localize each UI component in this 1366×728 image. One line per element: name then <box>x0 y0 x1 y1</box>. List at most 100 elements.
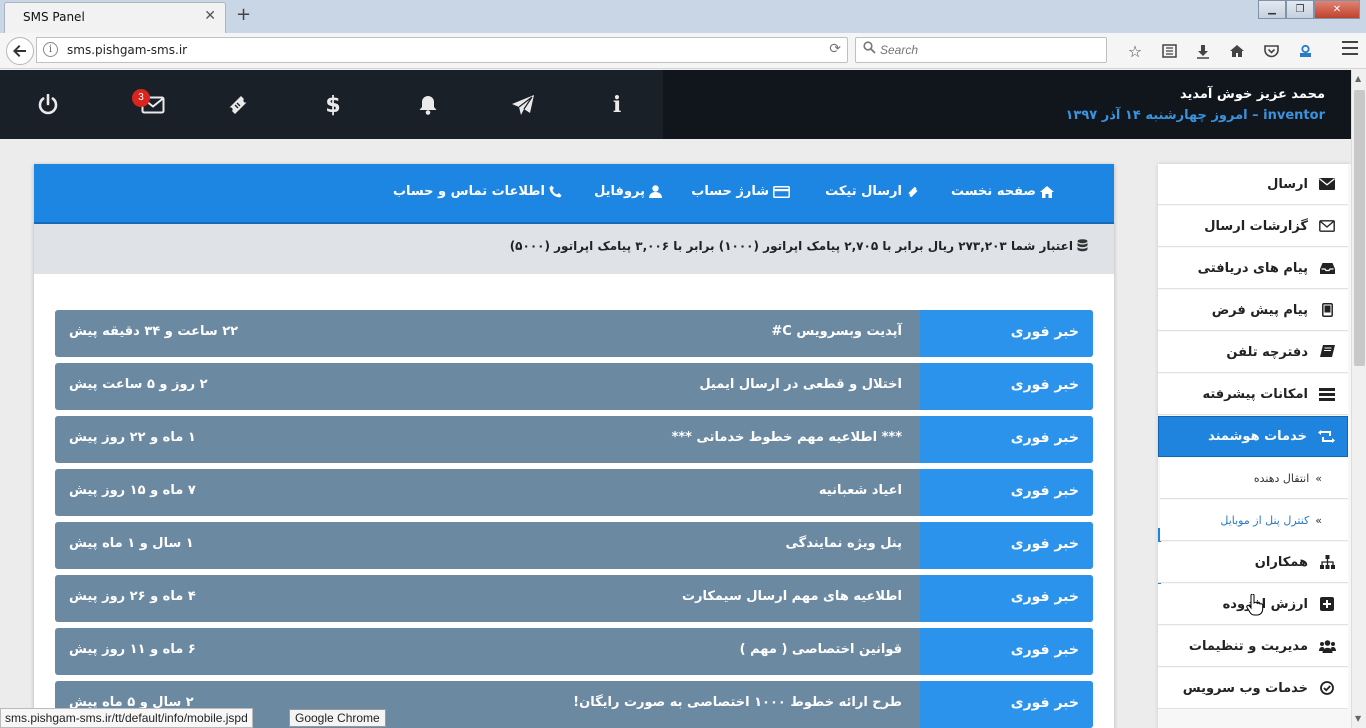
top-header: 3 $ i محمد عزیز خوش آمدید inventor – امر… <box>0 70 1351 139</box>
search-box[interactable] <box>855 37 1107 63</box>
credit-text: اعتبار شما ۲۷۳,۲۰۳ ریال برابر با ۲,۷۰۵ پ… <box>509 239 1073 253</box>
database-icon <box>1077 239 1088 252</box>
nav-contact-info[interactable]: اطلاعات تماس و حساب <box>393 184 562 199</box>
news-tag-label: خبر فوری <box>1010 483 1079 499</box>
username[interactable]: inventor <box>1263 108 1325 123</box>
scroll-down-arrow[interactable]: ▼ <box>1355 714 1361 723</box>
scroll-thumb[interactable] <box>1354 90 1365 366</box>
nav-charge-account[interactable]: شارژ حساب <box>691 184 790 199</box>
sidebar-subitem-mobile-control[interactable]: » کنترل پنل از موبایل <box>1160 500 1348 541</box>
credit-bar: اعتبار شما ۲۷۳,۲۰۳ ریال برابر با ۲,۷۰۵ پ… <box>34 224 1114 274</box>
sidebar-item-label: گزارشات ارسال <box>1204 218 1308 234</box>
restore-button[interactable]: ❐ <box>1286 0 1314 19</box>
credit-info: اعتبار شما ۲۷۳,۲۰۳ ریال برابر با ۲,۷۰۵ پ… <box>510 239 1088 253</box>
sidebar-item-book[interactable]: دفترچه تلفن <box>1158 332 1348 373</box>
news-tag: خبر فوری <box>920 310 1093 357</box>
addon-icon[interactable] <box>1288 39 1322 63</box>
news-title[interactable]: اعیاد شعبانیه <box>819 483 902 498</box>
sidebar-item-inbox[interactable]: پیام های دریافتی <box>1158 248 1348 289</box>
news-title[interactable]: اطلاعیه های مهم ارسال سیمکارت <box>682 589 902 604</box>
page-scrollbar[interactable]: ▲ ▼ <box>1351 70 1366 728</box>
page-viewport: 3 $ i محمد عزیز خوش آمدید inventor – امر… <box>0 70 1351 728</box>
browser-toolbar-icons: ☆ <box>1118 39 1322 63</box>
server-icon <box>1318 386 1336 402</box>
user-icon <box>649 185 662 198</box>
arrow-left-icon <box>13 45 26 57</box>
sidebar-item-users[interactable]: مدیریت و تنظیمات <box>1158 626 1348 667</box>
hamburger-menu-icon[interactable] <box>1342 41 1358 59</box>
close-window-button[interactable]: ✕ <box>1314 0 1360 19</box>
news-title[interactable]: طرح ارائه خطوط ۱۰۰۰ اختصاصی به صورت رایگ… <box>573 695 902 710</box>
chevron-double-right-icon: » <box>1315 513 1322 527</box>
sidebar-item-sitemap[interactable]: همکاران <box>1158 542 1348 583</box>
nav-home-label: صفحه نخست <box>951 184 1036 199</box>
news-tag: خبر فوری <box>920 522 1093 569</box>
browser-tab[interactable]: SMS Panel ✕ <box>4 2 226 33</box>
download-icon[interactable] <box>1186 39 1220 63</box>
news-tag: خبر فوری <box>920 416 1093 463</box>
nav-send-ticket[interactable]: ارسال تیکت <box>825 184 920 199</box>
reading-list-icon[interactable] <box>1152 39 1186 63</box>
mail-count-badge: 3 <box>132 89 150 107</box>
back-button[interactable] <box>6 37 34 65</box>
news-tag-label: خبر فوری <box>1010 536 1079 552</box>
news-title[interactable]: *** اطلاعیه مهم خطوط خدماتی *** <box>672 430 902 445</box>
address-bar[interactable]: i sms.pishgam-sms.ir ⟳ <box>36 37 848 63</box>
users-icon <box>1318 638 1336 654</box>
minimize-button[interactable]: ▁ <box>1258 0 1286 19</box>
search-input[interactable] <box>880 41 1100 59</box>
news-time: ۶ ماه و ۱۱ روز پیش <box>69 642 196 657</box>
news-item[interactable]: خبر فوری پنل ویژه نمایندگی ۱ سال و ۱ ماه پ… <box>55 522 1093 569</box>
home-icon <box>1040 185 1054 198</box>
news-time: ۱ سال و ۱ ماه پیش <box>69 536 194 551</box>
info-icon[interactable]: i <box>43 42 58 57</box>
envelope-filled-icon <box>1318 176 1336 192</box>
sidebar-item-envelope-outline[interactable]: گزارشات ارسال <box>1158 206 1348 247</box>
sidebar-item-label: همکاران <box>1254 554 1308 570</box>
sidebar-item-envelope-filled[interactable]: ارسال <box>1158 164 1348 205</box>
sidebar-item-retweet[interactable]: خدمات هوشمند <box>1158 416 1348 457</box>
sidebar-item-server[interactable]: امکانات پیشرفته <box>1158 374 1348 415</box>
news-item[interactable]: خبر فوری قوانین اختصاصی ( مهم ) ۶ ماه و ۱۱… <box>55 628 1093 675</box>
search-icon <box>863 41 876 54</box>
taskbar-tooltip: Google Chrome <box>289 709 386 727</box>
welcome-message: محمد عزیز خوش آمدید <box>1179 87 1325 102</box>
dollar-icon[interactable]: $ <box>316 92 350 118</box>
news-title[interactable]: آپدیت وبسرویس C# <box>771 324 902 339</box>
tab-close-icon[interactable]: ✕ <box>204 8 216 24</box>
news-time: ۲۲ ساعت و ۳۴ دقیقه پیش <box>69 324 239 339</box>
news-title[interactable]: اختلال و قطعی در ارسال ایمیل <box>699 377 902 392</box>
pocket-icon[interactable] <box>1254 39 1288 63</box>
bell-icon[interactable] <box>411 92 445 118</box>
info-icon[interactable]: i <box>600 92 634 118</box>
ticket-icon[interactable] <box>221 92 255 118</box>
news-item[interactable]: خبر فوری آپدیت وبسرویس C# ۲۲ ساعت و ۳۴ دقی… <box>55 310 1093 357</box>
news-time: ۲ روز و ۵ ساعت پیش <box>69 377 208 392</box>
news-item[interactable]: خبر فوری اختلال و قطعی در ارسال ایمیل ۲ رو… <box>55 363 1093 410</box>
news-item[interactable]: خبر فوری اعیاد شعبانیه ۷ ماه و ۱۵ روز پیش <box>55 469 1093 516</box>
scroll-up-arrow[interactable]: ▲ <box>1355 74 1361 83</box>
news-tag: خبر فوری <box>920 681 1093 728</box>
sidebar-subitem-forwarder[interactable]: » انتقال دهنده <box>1160 458 1348 499</box>
nav-profile[interactable]: پروفایل <box>594 184 662 199</box>
news-title[interactable]: پنل ویژه نمایندگی <box>786 536 902 551</box>
news-item[interactable]: خبر فوری اطلاعیه های مهم ارسال سیمکارت ۴ م… <box>55 575 1093 622</box>
news-item[interactable]: خبر فوری *** اطلاعیه مهم خطوط خدماتی *** ۱… <box>55 416 1093 463</box>
chevron-double-right-icon: » <box>1315 471 1322 485</box>
new-tab-button[interactable]: + <box>236 4 251 25</box>
sidebar-item-tablet[interactable]: پیام پیش فرض <box>1158 290 1348 331</box>
sidebar-subitem-label: انتقال دهنده <box>1253 471 1310 485</box>
sidebar-item-check-circle[interactable]: خدمات وب سرویس <box>1158 668 1348 709</box>
paper-plane-icon[interactable] <box>506 92 540 118</box>
home-icon[interactable] <box>1220 39 1254 63</box>
news-time: ۷ ماه و ۱۵ روز پیش <box>69 483 196 498</box>
power-icon[interactable] <box>31 92 65 118</box>
nav-home[interactable]: صفحه نخست <box>951 184 1054 199</box>
phone-icon <box>549 185 562 198</box>
reload-icon[interactable]: ⟳ <box>829 41 841 57</box>
news-title[interactable]: قوانین اختصاصی ( مهم ) <box>740 642 902 657</box>
bookmark-star-icon[interactable]: ☆ <box>1118 39 1152 63</box>
card-top-nav: صفحه نخست ارسال تیکت شارژ حساب پروفایل ا… <box>34 164 1114 224</box>
news-tag-label: خبر فوری <box>1010 695 1079 711</box>
url-text[interactable]: sms.pishgam-sms.ir <box>67 43 187 57</box>
